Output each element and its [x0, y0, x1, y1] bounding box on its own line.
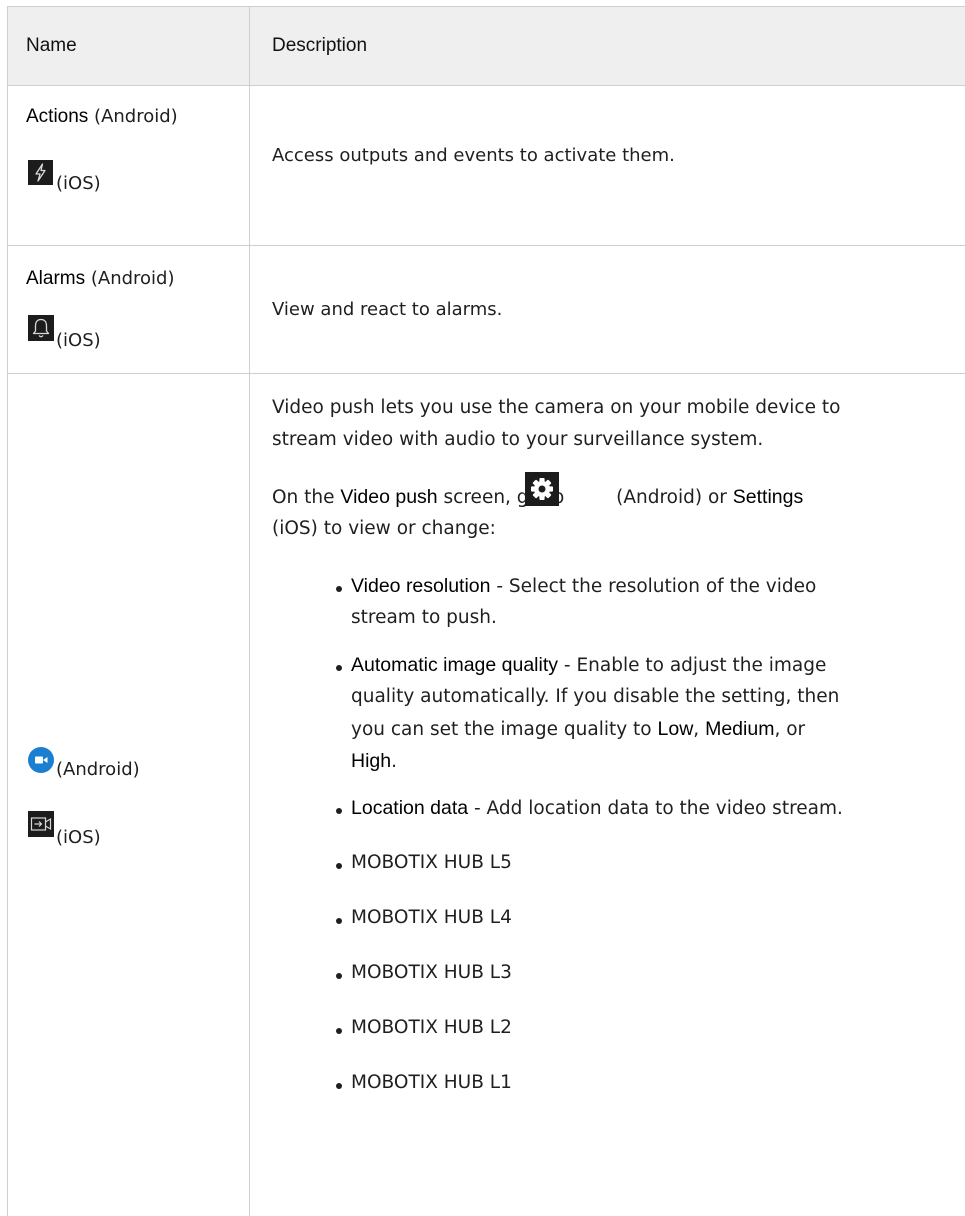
row-divider-2	[7, 373, 965, 374]
video-push-icon	[28, 811, 54, 837]
video-resolution-text: - Select the resolution of the video	[490, 576, 817, 597]
bullet-auto-quality-line2: quality automatically. If you disable th…	[351, 686, 840, 707]
bullet-dot	[336, 586, 342, 592]
bullet-auto-quality-line4: High.	[351, 745, 397, 778]
settings-video-push-term: Video push	[340, 486, 438, 508]
settings-term: Settings	[732, 486, 804, 508]
bullet-dot	[336, 808, 342, 814]
quality-high: High	[351, 750, 392, 772]
video-resolution-term: Video resolution	[351, 575, 491, 597]
bullet-dot	[336, 1028, 342, 1034]
column-divider	[249, 6, 250, 1216]
bullet-location-line1: Location data - Add location data to the…	[351, 792, 843, 825]
bullet-dot	[336, 665, 342, 671]
bullet-video-resolution-line1: Video resolution - Select the resolution…	[351, 570, 816, 603]
alarms-platform: (Android)	[90, 268, 175, 289]
auto-quality-text: - Enable to adjust the image	[558, 655, 827, 676]
product-item: MOBOTIX HUB L4	[351, 907, 512, 928]
actions-name: Actions (Android)	[26, 105, 178, 129]
alarms-ios-label: (iOS)	[56, 330, 101, 351]
table-header-row: Name Description	[7, 6, 965, 86]
auto-quality-term: Automatic image quality	[351, 654, 559, 676]
video-push-intro-line1: Video push lets you use the camera on yo…	[272, 397, 841, 418]
bullet-dot	[336, 973, 342, 979]
product-item: MOBOTIX HUB L1	[351, 1072, 512, 1093]
quality-or: , or	[774, 719, 806, 740]
settings-paragraph-line2: (iOS) to view or change:	[272, 518, 496, 539]
bullet-video-resolution-line2: stream to push.	[351, 607, 497, 628]
auto-quality-text-pre: you can set the image quality to	[351, 719, 652, 740]
bullet-dot	[336, 918, 342, 924]
product-item: MOBOTIX HUB L2	[351, 1017, 512, 1038]
feature-table: Name Description Actions (Android) (iOS)…	[7, 6, 965, 1216]
video-push-android-label: (Android)	[56, 759, 140, 780]
bullet-dot	[336, 863, 342, 869]
product-item: MOBOTIX HUB L3	[351, 962, 512, 983]
quality-period: .	[391, 751, 397, 772]
video-push-ios-label: (iOS)	[56, 827, 101, 848]
header-description: Description	[272, 35, 368, 56]
settings-text-on-the: On the	[272, 487, 335, 508]
video-push-intro-line2: stream video with audio to your surveill…	[272, 429, 764, 450]
bullet-dot	[336, 1083, 342, 1089]
alarms-description: View and react to alarms.	[272, 299, 503, 320]
bullet-auto-quality-line3: you can set the image quality to Low, Me…	[351, 713, 805, 746]
header-name: Name	[26, 35, 77, 56]
settings-text-android-or: (Android) or	[616, 487, 727, 508]
location-term: Location data	[351, 797, 469, 819]
quality-comma: ,	[693, 719, 700, 740]
lightning-icon	[28, 160, 53, 185]
table-border-left	[7, 6, 8, 1216]
location-text: - Add location data to the video stream.	[468, 798, 843, 819]
bell-icon	[28, 315, 54, 341]
actions-platform: (Android)	[94, 106, 178, 127]
bullet-auto-quality-line1: Automatic image quality - Enable to adju…	[351, 649, 826, 682]
actions-ios-label: (iOS)	[56, 173, 101, 194]
actions-label: Actions	[26, 106, 89, 127]
gear-icon	[525, 472, 559, 506]
actions-description: Access outputs and events to activate th…	[272, 145, 675, 166]
row-divider-1	[7, 245, 965, 246]
product-item: MOBOTIX HUB L5	[351, 852, 512, 873]
alarms-label: Alarms	[26, 268, 86, 289]
quality-low: Low	[657, 718, 694, 740]
video-camera-icon	[27, 746, 55, 774]
alarms-name: Alarms (Android)	[26, 267, 175, 291]
quality-medium: Medium	[705, 718, 775, 740]
